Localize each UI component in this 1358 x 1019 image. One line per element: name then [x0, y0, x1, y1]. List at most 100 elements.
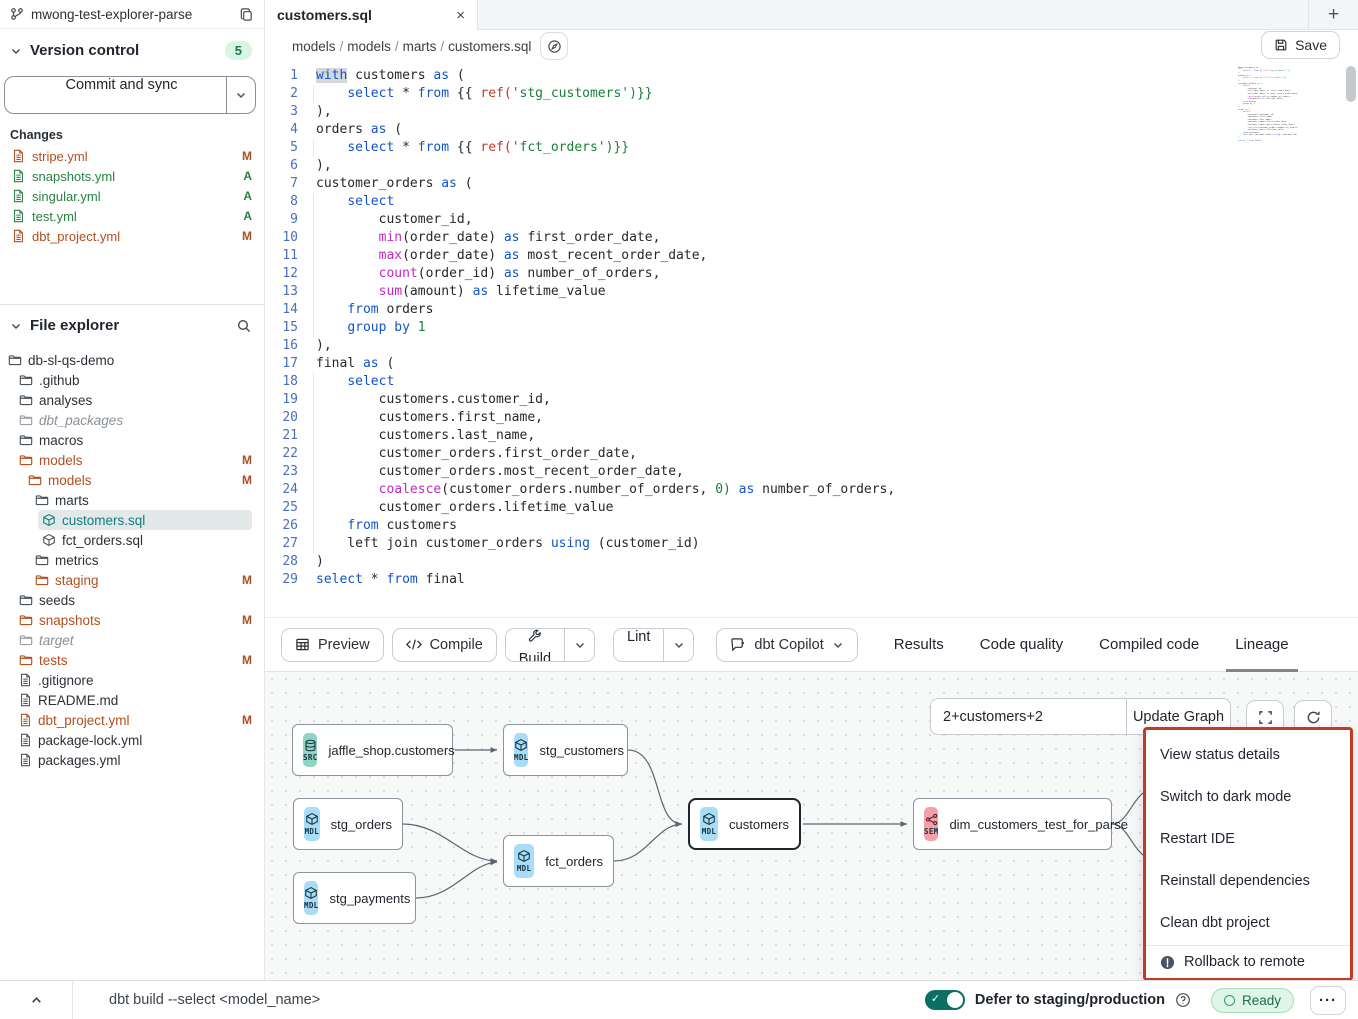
- tree-item-README.md[interactable]: README.md: [0, 690, 264, 710]
- code-line-20[interactable]: 20 customers.first_name,: [265, 409, 1358, 427]
- code-line-5[interactable]: 5 select * from {{ ref('fct_orders')}}: [265, 139, 1358, 157]
- lineage-node-dim_customers_test_for_parse[interactable]: SEMdim_customers_test_for_parse: [913, 798, 1112, 850]
- version-control-header[interactable]: Version control 5: [0, 29, 264, 68]
- menu-item-clean-dbt-project[interactable]: Clean dbt project: [1146, 902, 1350, 944]
- dbt-copilot-button[interactable]: dbt Copilot: [716, 628, 857, 662]
- code-line-19[interactable]: 19 customers.customer_id,: [265, 391, 1358, 409]
- code-line-25[interactable]: 25 customer_orders.lifetime_value: [265, 499, 1358, 517]
- lineage-node-customers[interactable]: MDLcustomers: [688, 798, 801, 850]
- tree-item-staging[interactable]: stagingM: [0, 570, 264, 590]
- tree-item-packages.yml[interactable]: packages.yml: [0, 750, 264, 770]
- code-line-11[interactable]: 11 max(order_date) as most_recent_order_…: [265, 247, 1358, 265]
- save-button[interactable]: Save: [1261, 31, 1340, 59]
- command-input[interactable]: dbt build --select <model_name>: [73, 992, 925, 1008]
- code-area[interactable]: 1with customers as (2 select * from {{ r…: [265, 62, 1358, 589]
- menu-item-rollback-to-remote[interactable]: Rollback to remote: [1146, 945, 1350, 978]
- commit-and-sync-button[interactable]: Commit and sync: [4, 76, 256, 114]
- tree-item-db-sl-qs-demo[interactable]: db-sl-qs-demo: [0, 350, 264, 370]
- preview-button[interactable]: Preview: [281, 628, 384, 662]
- change-item-snapshots.yml[interactable]: snapshots.yml A: [0, 166, 264, 186]
- tree-item-.gitignore[interactable]: .gitignore: [0, 670, 264, 690]
- code-line-8[interactable]: 8 select: [265, 193, 1358, 211]
- tab-results[interactable]: Results: [894, 618, 944, 672]
- editor-scrollbar[interactable]: [1346, 66, 1356, 102]
- code-line-10[interactable]: 10 min(order_date) as first_order_date,: [265, 229, 1358, 247]
- more-options-button[interactable]: ···: [1310, 986, 1346, 1015]
- search-icon[interactable]: [236, 318, 252, 334]
- code-line-22[interactable]: 22 customer_orders.first_order_date,: [265, 445, 1358, 463]
- tab-customers-sql[interactable]: customers.sql ×: [265, 0, 478, 30]
- tab-code-quality[interactable]: Code quality: [980, 618, 1063, 672]
- code-line-21[interactable]: 21 customers.last_name,: [265, 427, 1358, 445]
- tree-item-models[interactable]: modelsM: [0, 470, 264, 490]
- code-line-9[interactable]: 9 customer_id,: [265, 211, 1358, 229]
- tree-item-tests[interactable]: testsM: [0, 650, 264, 670]
- tree-item-target[interactable]: target: [0, 630, 264, 650]
- breadcrumb-segment[interactable]: models: [347, 39, 391, 54]
- help-icon[interactable]: [1175, 992, 1191, 1008]
- commit-options-chevron[interactable]: [226, 77, 255, 113]
- tree-item-marts[interactable]: marts: [0, 490, 264, 510]
- code-editor[interactable]: 1with customers as (2 select * from {{ r…: [265, 62, 1358, 618]
- code-line-27[interactable]: 27 left join customer_orders using (cust…: [265, 535, 1358, 553]
- code-line-6[interactable]: 6),: [265, 157, 1358, 175]
- code-line-23[interactable]: 23 customer_orders.most_recent_order_dat…: [265, 463, 1358, 481]
- build-button[interactable]: Build: [506, 629, 564, 661]
- close-icon[interactable]: ×: [456, 7, 465, 24]
- lineage-selector-input[interactable]: 2+customers+2: [930, 698, 1126, 735]
- editor-minimap[interactable]: with customers as ( select * from {{ ref…: [1232, 67, 1298, 142]
- code-line-18[interactable]: 18 select: [265, 373, 1358, 391]
- code-line-26[interactable]: 26 from customers: [265, 517, 1358, 535]
- code-line-13[interactable]: 13 sum(amount) as lifetime_value: [265, 283, 1358, 301]
- copy-icon[interactable]: [239, 7, 254, 22]
- code-line-28[interactable]: 28): [265, 553, 1358, 571]
- tree-item-macros[interactable]: macros: [0, 430, 264, 450]
- code-line-1[interactable]: 1with customers as (: [265, 67, 1358, 85]
- lint-options-chevron[interactable]: [663, 629, 693, 661]
- tree-item-metrics[interactable]: metrics: [0, 550, 264, 570]
- menu-item-restart-ide[interactable]: Restart IDE: [1146, 818, 1350, 860]
- change-item-singular.yml[interactable]: singular.yml A: [0, 186, 264, 206]
- code-line-12[interactable]: 12 count(order_id) as number_of_orders,: [265, 265, 1358, 283]
- code-line-14[interactable]: 14 from orders: [265, 301, 1358, 319]
- tree-item-.github[interactable]: .github: [0, 370, 264, 390]
- build-options-chevron[interactable]: [564, 629, 594, 661]
- lineage-canvas[interactable]: SRCjaffle_shop.customers MDLstg_customers…: [265, 672, 1358, 980]
- tab-lineage[interactable]: Lineage: [1235, 618, 1288, 672]
- tree-item-snapshots[interactable]: snapshotsM: [0, 610, 264, 630]
- code-line-2[interactable]: 2 select * from {{ ref('stg_customers')}…: [265, 85, 1358, 103]
- change-item-dbt_project.yml[interactable]: dbt_project.yml M: [0, 226, 264, 246]
- tree-item-dbt-project.yml[interactable]: dbt_project.ymlM: [0, 710, 264, 730]
- code-line-17[interactable]: 17final as (: [265, 355, 1358, 373]
- lineage-node-jaffle_shop.customers[interactable]: SRCjaffle_shop.customers: [292, 724, 453, 776]
- command-bar-expand-button[interactable]: [0, 981, 73, 1019]
- code-line-29[interactable]: 29select * from final: [265, 571, 1358, 589]
- menu-item-reinstall-dependencies[interactable]: Reinstall dependencies: [1146, 860, 1350, 902]
- lineage-node-stg_payments[interactable]: MDLstg_payments: [293, 872, 416, 924]
- code-line-15[interactable]: 15 group by 1: [265, 319, 1358, 337]
- code-line-3[interactable]: 3),: [265, 103, 1358, 121]
- defer-toggle[interactable]: ✓: [925, 990, 965, 1010]
- menu-item-switch-to-dark-mode[interactable]: Switch to dark mode: [1146, 776, 1350, 818]
- tree-item-fct-orders.sql[interactable]: fct_orders.sql: [0, 530, 264, 550]
- branch-header[interactable]: mwong-test-explorer-parse: [0, 0, 264, 29]
- tree-item-customers.sql[interactable]: customers.sql: [0, 510, 264, 530]
- tree-item-models[interactable]: modelsM: [0, 450, 264, 470]
- tree-item-package-lock.yml[interactable]: package-lock.yml: [0, 730, 264, 750]
- change-item-stripe.yml[interactable]: stripe.yml M: [0, 146, 264, 166]
- tab-compiled-code[interactable]: Compiled code: [1099, 618, 1199, 672]
- breadcrumb-segment[interactable]: marts: [403, 39, 437, 54]
- tree-item-seeds[interactable]: seeds: [0, 590, 264, 610]
- tree-item-analyses[interactable]: analyses: [0, 390, 264, 410]
- lineage-node-stg_customers[interactable]: MDLstg_customers: [503, 724, 628, 776]
- status-badge-ready[interactable]: Ready: [1211, 988, 1294, 1013]
- tree-item-dbt-packages[interactable]: dbt_packages: [0, 410, 264, 430]
- lint-button[interactable]: Lint: [614, 629, 663, 661]
- lineage-node-stg_orders[interactable]: MDLstg_orders: [293, 798, 403, 850]
- compile-button[interactable]: Compile: [392, 628, 497, 662]
- code-line-16[interactable]: 16),: [265, 337, 1358, 355]
- breadcrumb-segment[interactable]: models: [292, 39, 336, 54]
- change-item-test.yml[interactable]: test.yml A: [0, 206, 264, 226]
- breadcrumb-segment[interactable]: customers.sql: [448, 39, 531, 54]
- menu-item-view-status-details[interactable]: View status details: [1146, 734, 1350, 776]
